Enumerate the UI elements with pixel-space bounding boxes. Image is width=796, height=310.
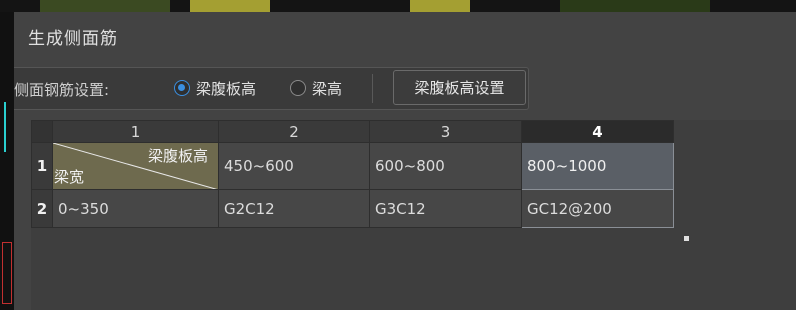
toolbar-divider (372, 74, 373, 103)
side-rebar-dialog: 生成侧面筋 侧面钢筋设置: 梁腹板高 梁高 梁腹板高设置 1 2 3 4 1 梁… (14, 12, 796, 310)
table-corner[interactable] (31, 120, 53, 143)
radio-web-height[interactable]: 梁腹板高 (174, 77, 256, 99)
web-height-axis-label: 梁腹板高 (147, 147, 208, 165)
row-header-1[interactable]: 1 (31, 142, 53, 190)
radio-unselected-icon (290, 80, 306, 96)
diagonal-header-cell: 梁腹板高 梁宽 (52, 142, 219, 190)
rebar-grid-area: 1 2 3 4 1 梁腹板高 梁宽 450~600 600~800 800~10… (31, 120, 796, 310)
table-cell[interactable]: G2C12 (218, 189, 370, 228)
radio-beam-height[interactable]: 梁高 (290, 77, 342, 99)
column-header-4[interactable]: 4 (521, 120, 674, 143)
table-cell[interactable]: 600~800 (369, 142, 522, 190)
setting-label: 侧面钢筋设置: (14, 81, 110, 99)
background-canvas-strip (0, 0, 796, 12)
table-cell-selected[interactable]: GC12@200 (521, 189, 674, 228)
beam-width-axis-label: 梁宽 (54, 168, 85, 186)
radio-selected-icon (174, 80, 190, 96)
radio-beam-height-label: 梁高 (312, 79, 343, 98)
column-header-1[interactable]: 1 (52, 120, 219, 143)
column-header-3[interactable]: 3 (369, 120, 522, 143)
table-cell[interactable]: 0~350 (52, 189, 219, 228)
web-height-settings-button[interactable]: 梁腹板高设置 (393, 70, 526, 105)
background-canvas-left (0, 12, 14, 310)
rebar-table: 1 2 3 4 1 梁腹板高 梁宽 450~600 600~800 800~10… (31, 120, 674, 228)
side-rebar-settings-bar: 侧面钢筋设置: 梁腹板高 梁高 梁腹板高设置 (14, 67, 529, 110)
table-cell-selected[interactable]: 800~1000 (521, 142, 674, 190)
row-header-2[interactable]: 2 (31, 189, 53, 228)
table-cell[interactable]: G3C12 (369, 189, 522, 228)
selection-resize-handle[interactable] (684, 236, 689, 241)
dialog-title: 生成侧面筋 (28, 29, 118, 49)
radio-web-height-label: 梁腹板高 (196, 79, 257, 98)
table-cell[interactable]: 450~600 (218, 142, 370, 190)
column-header-2[interactable]: 2 (218, 120, 370, 143)
